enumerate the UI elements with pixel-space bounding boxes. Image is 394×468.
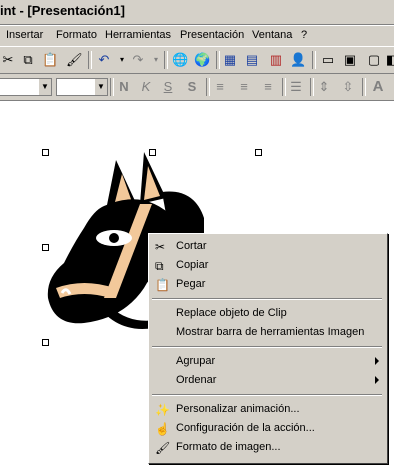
align-right-icon[interactable]: ≡ <box>260 79 276 95</box>
animation-icon: ✨ <box>155 403 170 417</box>
menu-insertar[interactable]: Insertar <box>6 29 43 41</box>
redo-dropdown-icon[interactable]: ▾ <box>148 52 164 68</box>
insert-excel-icon[interactable]: ▤ <box>244 52 260 68</box>
hyperlink-icon[interactable]: 🌐 <box>172 52 188 68</box>
grayscale-icon[interactable]: ◧ <box>384 52 394 68</box>
chevron-down-icon[interactable]: ▼ <box>95 79 107 95</box>
redo-icon[interactable]: ↷ <box>130 52 146 68</box>
menu-item-custom-animation[interactable]: ✨ Personalizar animación... <box>149 401 385 419</box>
title-bar: int - [Presentación1] <box>0 0 394 25</box>
selection-handle[interactable] <box>255 149 262 156</box>
separator <box>164 51 168 69</box>
undo-dropdown-icon[interactable]: ▾ <box>114 52 130 68</box>
menu-item-replace-clip[interactable]: Replace objeto de Clip <box>149 305 385 323</box>
increase-font-icon[interactable]: A <box>370 79 386 95</box>
menu-item-group[interactable]: Agrupar <box>149 353 385 371</box>
chevron-down-icon[interactable]: ▼ <box>39 79 51 95</box>
decrease-spacing-icon[interactable]: ⇳ <box>340 79 356 95</box>
new-slide-icon[interactable]: ▭ <box>320 52 336 68</box>
bold-button[interactable]: N <box>116 79 132 95</box>
menu-formato[interactable]: Formato <box>56 29 97 41</box>
separator <box>310 78 314 96</box>
insert-table-icon[interactable]: ▦ <box>222 52 238 68</box>
insert-chart-icon[interactable]: ▥ <box>268 52 284 68</box>
window-title: int - [Presentación1] <box>0 3 125 18</box>
separator <box>282 78 286 96</box>
menu-presentacion[interactable]: Presentación <box>180 29 244 41</box>
action-hand-icon: ☝ <box>155 422 170 436</box>
menu-item-copy[interactable]: ⧉ Copiar <box>149 257 385 275</box>
menu-item-cut[interactable]: ✂ Cortar <box>149 238 385 256</box>
cut-icon[interactable]: ✂ <box>0 52 16 68</box>
separator <box>362 78 366 96</box>
undo-icon[interactable]: ↶ <box>96 52 112 68</box>
menu-item-action-settings[interactable]: ☝ Configuración de la acción... <box>149 420 385 438</box>
menu-item-show-image-toolbar[interactable]: Mostrar barra de herramientas Imagen <box>149 324 385 342</box>
insert-clipart-icon[interactable]: 👤 <box>290 52 306 68</box>
format-painter-icon[interactable]: 🖌 <box>66 52 83 68</box>
web-toolbar-icon[interactable]: 🌍 <box>194 52 210 68</box>
scissors-icon: ✂ <box>155 240 166 254</box>
menu-item-order[interactable]: Ordenar <box>149 372 385 390</box>
menu-item-paste[interactable]: 📋 Pegar <box>149 276 385 294</box>
menu-ventana[interactable]: Ventana <box>252 29 292 41</box>
menu-item-format-image[interactable]: 🖌 Formato de imagen... <box>149 439 385 457</box>
align-left-icon[interactable]: ≡ <box>212 79 228 95</box>
menu-separator <box>152 394 382 396</box>
font-name-combo[interactable]: ▼ <box>0 78 52 96</box>
menu-separator <box>152 346 382 348</box>
increase-spacing-icon[interactable]: ⇕ <box>316 79 332 95</box>
menu-separator <box>152 298 382 300</box>
bullets-icon[interactable]: ☰ <box>288 79 304 95</box>
italic-button[interactable]: K <box>138 79 154 95</box>
underline-button[interactable]: S <box>160 79 176 95</box>
font-size-combo[interactable]: ▼ <box>56 78 108 96</box>
menu-bar: Insertar Formato Herramientas Presentaci… <box>0 26 394 47</box>
paste-icon[interactable]: 📋 <box>42 52 58 68</box>
submenu-arrow-icon <box>375 357 379 365</box>
separator <box>88 51 92 69</box>
menu-help[interactable]: ? <box>301 29 307 41</box>
context-menu: ✂ Cortar ⧉ Copiar 📋 Pegar Replace objeto… <box>148 233 388 464</box>
submenu-arrow-icon <box>375 376 379 384</box>
separator <box>216 51 220 69</box>
apply-design-icon[interactable]: ▢ <box>366 52 382 68</box>
formatting-toolbar: ▼ ▼ N K S S ≡ ≡ ≡ ☰ ⇕ ⇳ A <box>0 74 394 101</box>
separator <box>312 51 316 69</box>
separator <box>110 78 114 96</box>
separator <box>206 78 210 96</box>
shadow-button[interactable]: S <box>184 79 200 95</box>
paste-icon: 📋 <box>155 278 170 292</box>
copy-icon: ⧉ <box>155 259 164 273</box>
copy-icon[interactable]: ⧉ <box>20 52 36 68</box>
format-picture-icon: 🖌 <box>155 441 171 455</box>
align-center-icon[interactable]: ≡ <box>236 79 252 95</box>
slide-layout-icon[interactable]: ▣ <box>342 52 358 68</box>
standard-toolbar: ✂ ⧉ 📋 🖌 ↶ ▾ ↷ ▾ 🌐 🌍 ▦ ▤ ▥ 👤 ▭ ▣ ▢ ◧ <box>0 47 394 74</box>
menu-herramientas[interactable]: Herramientas <box>105 29 171 41</box>
